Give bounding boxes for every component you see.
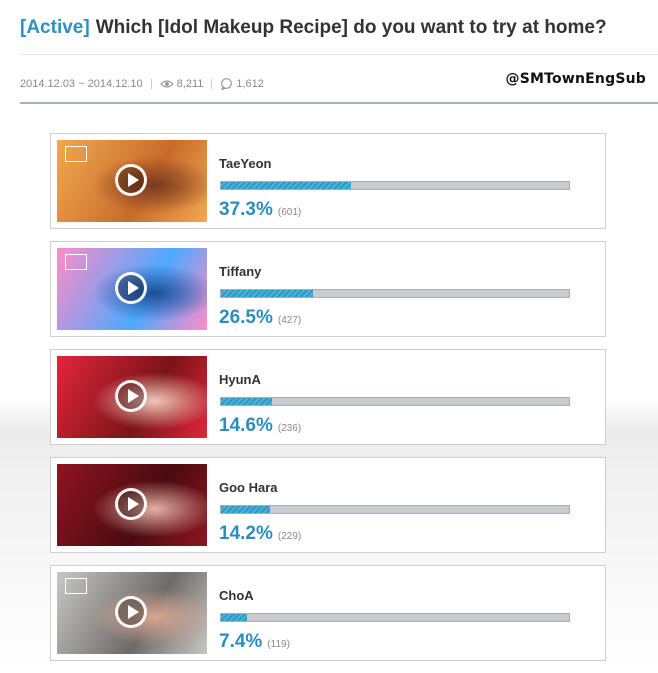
vote-progress-fill: [221, 398, 272, 405]
poll-option[interactable]: HyunA 14.6% (236): [50, 349, 606, 445]
eye-icon: [159, 80, 174, 88]
vote-progress-fill: [221, 182, 351, 189]
vote-progress-bar: [220, 613, 570, 622]
video-thumbnail[interactable]: [57, 248, 207, 330]
play-icon[interactable]: [115, 596, 147, 628]
logo-icon: [65, 254, 87, 270]
vote-percent: 37.3%: [219, 199, 273, 220]
poll-option[interactable]: TaeYeon 37.3% (601): [50, 133, 606, 229]
video-thumbnail[interactable]: [57, 464, 207, 546]
vote-progress-bar: [220, 397, 570, 406]
option-name: Tiffany: [219, 264, 262, 279]
poll-meta: 2014.12.03 ~ 2014.12.10 8,211 1,612: [20, 78, 264, 90]
logo-icon: [65, 578, 87, 594]
poll-option[interactable]: ChoA 7.4% (119): [50, 565, 606, 661]
comment-icon: [221, 78, 233, 90]
option-name: Goo Hara: [219, 480, 278, 495]
logo-icon: [65, 146, 87, 162]
vote-progress-fill: [221, 614, 247, 621]
vote-count: (427): [277, 315, 302, 326]
page-title: [Active] Which [Idol Makeup Recipe] do yo…: [20, 17, 607, 39]
view-count: 8,211: [176, 78, 204, 90]
vote-progress-fill: [221, 290, 314, 297]
status-label: [Active]: [20, 17, 90, 38]
poll-list: TaeYeon 37.3% (601) Tiffany 26.5% (427) HyunA 1…: [50, 133, 606, 673]
vote-count: (119): [267, 639, 290, 650]
poll-option[interactable]: Goo Hara 14.2% (229): [50, 457, 606, 553]
vote-progress-fill: [221, 506, 271, 513]
play-icon[interactable]: [115, 380, 147, 412]
video-thumbnail[interactable]: [57, 140, 207, 222]
video-thumbnail[interactable]: [57, 356, 207, 438]
vote-progress-bar: [220, 289, 570, 298]
vote-count: (601): [277, 207, 302, 218]
option-name: HyunA: [219, 372, 261, 387]
header-rule: [20, 102, 658, 104]
play-icon[interactable]: [115, 488, 147, 520]
vote-progress-bar: [220, 505, 570, 514]
separator: [150, 79, 152, 89]
play-icon[interactable]: [115, 272, 147, 304]
vote-progress-bar: [220, 181, 570, 190]
vote-percent: 14.2%: [219, 523, 273, 544]
poll-question: Which [Idol Makeup Recipe] do you want t…: [95, 17, 607, 38]
video-thumbnail[interactable]: [57, 572, 207, 654]
watermark: @SMTownEngSub: [505, 71, 646, 87]
vote-percent: 14.6%: [219, 415, 273, 436]
vote-count: (229): [277, 531, 302, 542]
vote-percent: 7.4%: [219, 631, 263, 652]
date-range: 2014.12.03 ~ 2014.12.10: [20, 78, 143, 90]
vote-count: (236): [277, 423, 302, 434]
option-name: ChoA: [219, 588, 254, 603]
comment-count: 1,612: [236, 78, 264, 90]
separator: [211, 79, 213, 89]
option-name: TaeYeon: [219, 156, 272, 171]
divider: [20, 54, 658, 55]
vote-percent: 26.5%: [219, 307, 273, 328]
play-icon[interactable]: [115, 164, 147, 196]
poll-option[interactable]: Tiffany 26.5% (427): [50, 241, 606, 337]
